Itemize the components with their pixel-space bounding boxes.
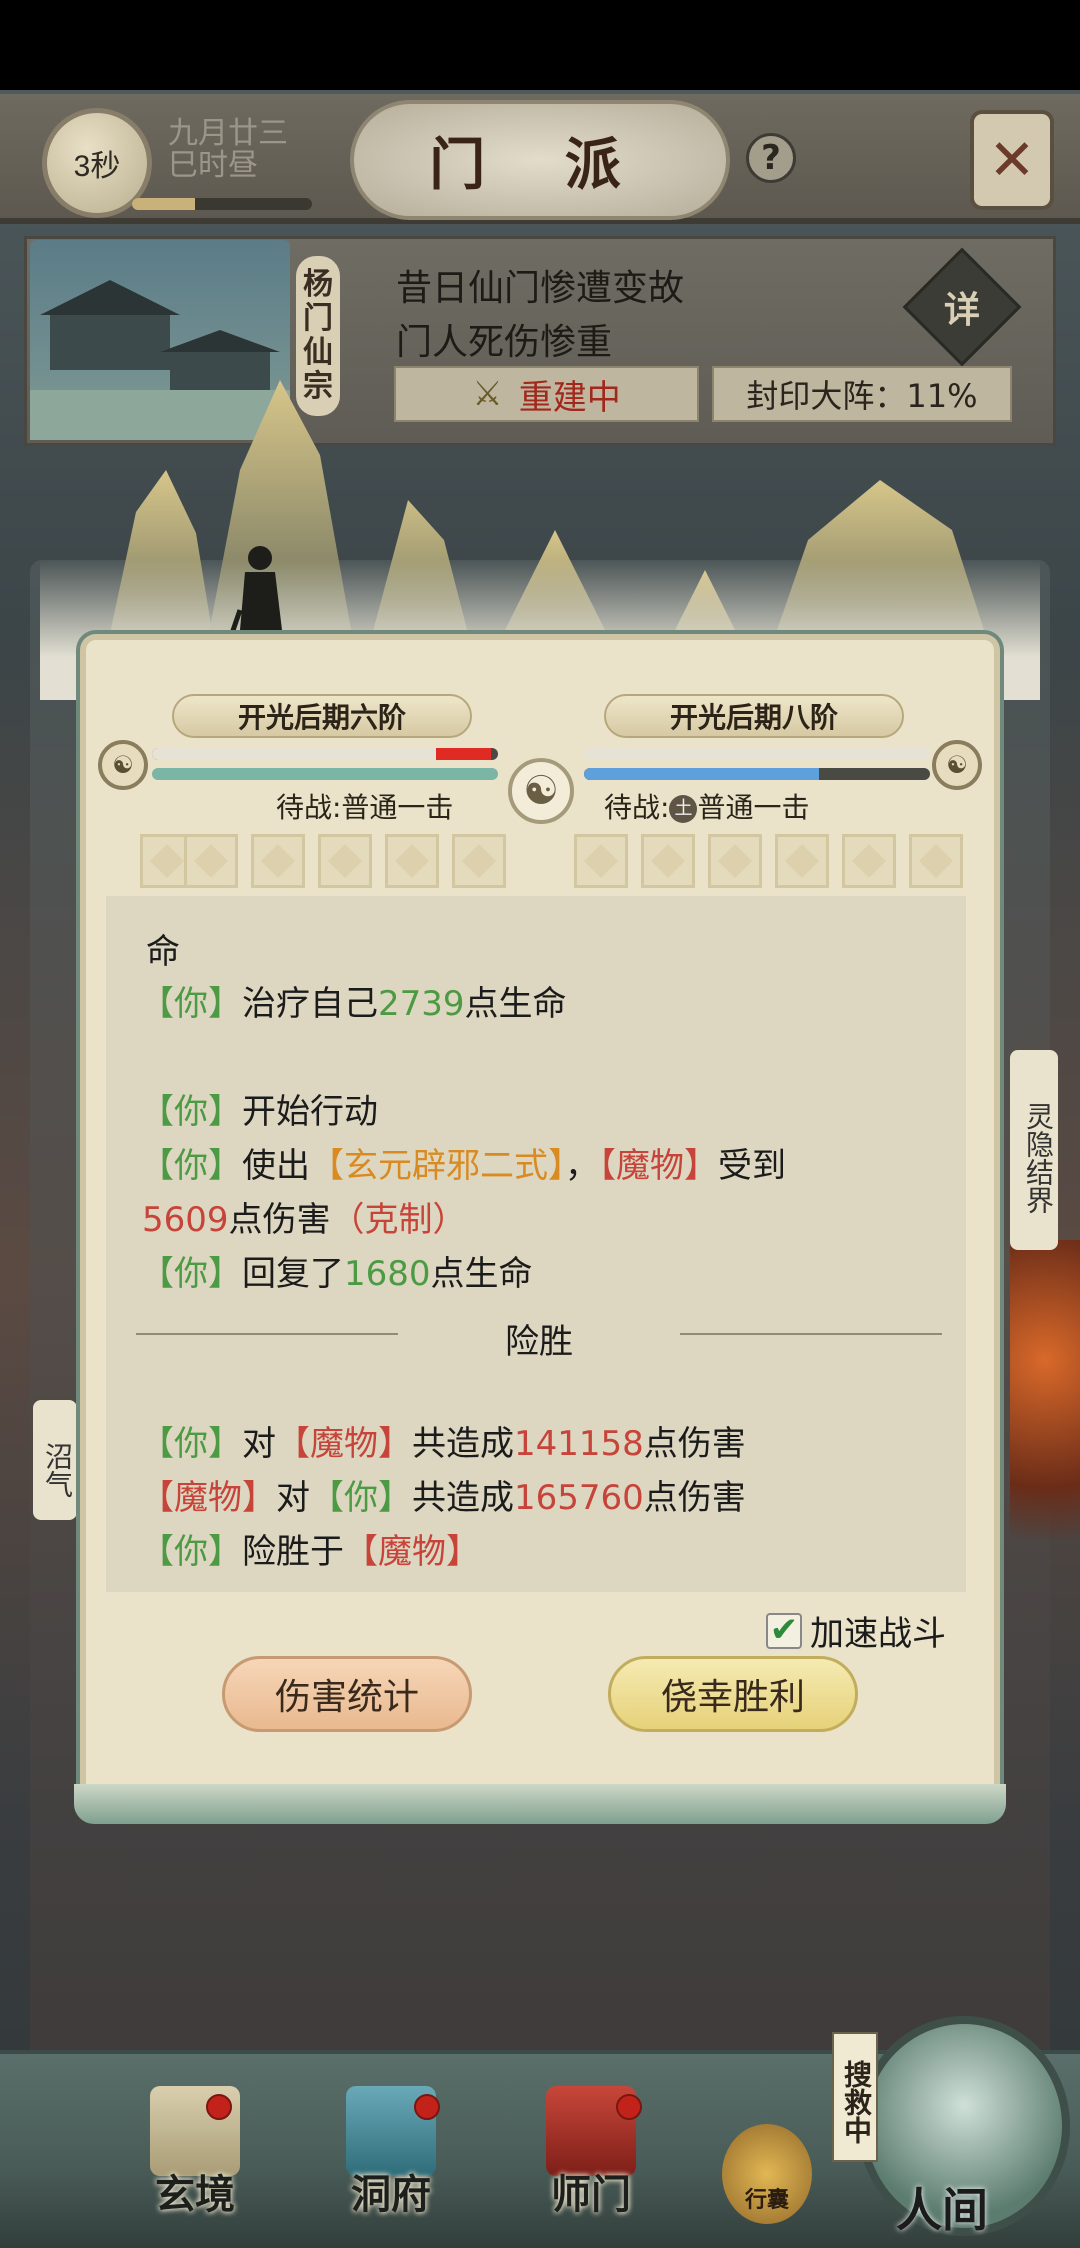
- speed-battle-label: 加速战斗: [810, 1614, 946, 1654]
- world-button[interactable]: 人间: [858, 2016, 1070, 2237]
- log-line: 5609点伤害（克制）: [142, 1200, 467, 1240]
- nav-label: 玄境: [155, 2171, 235, 2218]
- log-line: 【你】使出【玄元辟邪二式】，【魔物】受到: [140, 1146, 786, 1186]
- side-tab-barrier[interactable]: 灵隐结界: [1010, 1050, 1058, 1250]
- player-hp-bar: [152, 748, 498, 760]
- earth-element-icon: 土: [669, 795, 698, 823]
- player-rank: 开光后期六阶: [172, 694, 472, 738]
- screen: 沼气 灵隐结界 3秒 九月廿三 巳时昼 门 派 ? ✕ 杨门仙宗 昔日仙门惨遭变…: [0, 0, 1080, 2248]
- damage-stats-button[interactable]: 伤害统计: [222, 1656, 472, 1732]
- close-icon: ✕: [988, 127, 1036, 193]
- game-date: 九月廿三 巳时昼: [168, 118, 288, 182]
- log-line: 【你】开始行动: [140, 1092, 378, 1132]
- player-hp-fill: [152, 748, 436, 760]
- log-line: 【你】险胜于【魔物】: [140, 1532, 480, 1572]
- date-day: 九月廿三: [168, 116, 288, 151]
- enemy-mp-fill: [584, 768, 820, 780]
- enemy-standby: 待战: 土普通一击: [604, 786, 809, 826]
- result-label: 险胜: [505, 1322, 573, 1362]
- result-divider: 险胜: [136, 1314, 942, 1362]
- enemy-standby-skill: 普通一击: [697, 791, 810, 824]
- enemy-buff-slot: [842, 834, 896, 888]
- panel-scroll-edge: [74, 1784, 1006, 1824]
- sect-description: 昔日仙门惨遭变故 门人死伤惨重: [396, 262, 684, 370]
- enemy-hp-bar: [584, 748, 930, 760]
- enemy-buff-slot: [708, 834, 762, 888]
- notification-dot: [414, 2094, 440, 2120]
- nav-dongfu[interactable]: 洞府: [316, 2086, 466, 2236]
- nav-xuanjing[interactable]: 玄境: [120, 2086, 270, 2236]
- log-line: 【你】回复了1680点生命: [140, 1254, 533, 1294]
- player-mp-bar: [152, 768, 498, 780]
- page-title-plaque: 门 派: [350, 100, 730, 220]
- date-hour: 巳时昼: [168, 148, 258, 183]
- player-buff-slot: [385, 834, 439, 888]
- log-line: 【你】治疗自己2739点生命: [140, 984, 567, 1024]
- enemy-buff-slot: [909, 834, 963, 888]
- notification-dot: [616, 2094, 642, 2120]
- world-label: 人间: [896, 2183, 988, 2237]
- battle-log[interactable]: 命 【你】治疗自己2739点生命 【你】开始行动 【你】使出【玄元辟邪二式】，【…: [106, 896, 966, 1592]
- speed-battle-checkbox[interactable]: ✔: [766, 1612, 802, 1649]
- help-button[interactable]: ?: [746, 133, 796, 183]
- time-progress-fill: [132, 198, 195, 210]
- player-buff-slot: [452, 834, 506, 888]
- sect-desc-line1: 昔日仙门惨遭变故: [396, 268, 685, 309]
- player-buff-slot: [184, 834, 238, 888]
- bag-label: 行囊: [744, 2188, 789, 2213]
- player-avatar-icon[interactable]: ☯: [98, 740, 148, 790]
- log-line: 【魔物】对【你】共造成165760点伤害: [140, 1478, 746, 1518]
- enemy-rank: 开光后期八阶: [604, 694, 904, 738]
- enemy-mp-bar: [584, 768, 930, 780]
- player-hp-damage: [435, 748, 492, 760]
- log-line: 【你】对【魔物】共造成141158点伤害: [140, 1424, 746, 1464]
- page-title: 门 派: [429, 131, 651, 198]
- enemy-buff-slot: [775, 834, 829, 888]
- nav-label: 师门: [551, 2171, 631, 2218]
- player-mp-fill: [152, 768, 498, 780]
- player-buff-slot: [251, 834, 305, 888]
- time-progress-bar: [132, 198, 312, 210]
- nav-label: 洞府: [351, 2171, 431, 2218]
- notification-dot: [206, 2094, 232, 2120]
- log-line: 命: [146, 932, 180, 972]
- bag-button[interactable]: 行囊: [722, 2124, 812, 2224]
- player-buff-slot: [318, 834, 372, 888]
- close-button[interactable]: ✕: [970, 110, 1054, 210]
- enemy-avatar-icon[interactable]: ☯: [932, 740, 982, 790]
- nav-shimen[interactable]: 师门: [516, 2086, 666, 2236]
- search-rescue-tag[interactable]: 搜救中: [832, 2032, 878, 2162]
- yinyang-icon: ☯: [508, 758, 574, 824]
- enemy-standby-prefix: 待战:: [604, 791, 670, 824]
- enemy-hp-fill: [584, 748, 930, 760]
- speed-battle-toggle[interactable]: ✔ 加速战斗: [766, 1606, 946, 1655]
- enemy-buff-slot: [574, 834, 628, 888]
- enemy-buff-slot: [641, 834, 695, 888]
- player-standby: 待战:普通一击: [276, 791, 454, 824]
- detail-label: 详: [943, 289, 980, 331]
- victory-button[interactable]: 侥幸胜利: [608, 1656, 858, 1732]
- side-tab-miasma[interactable]: 沼气: [33, 1400, 77, 1520]
